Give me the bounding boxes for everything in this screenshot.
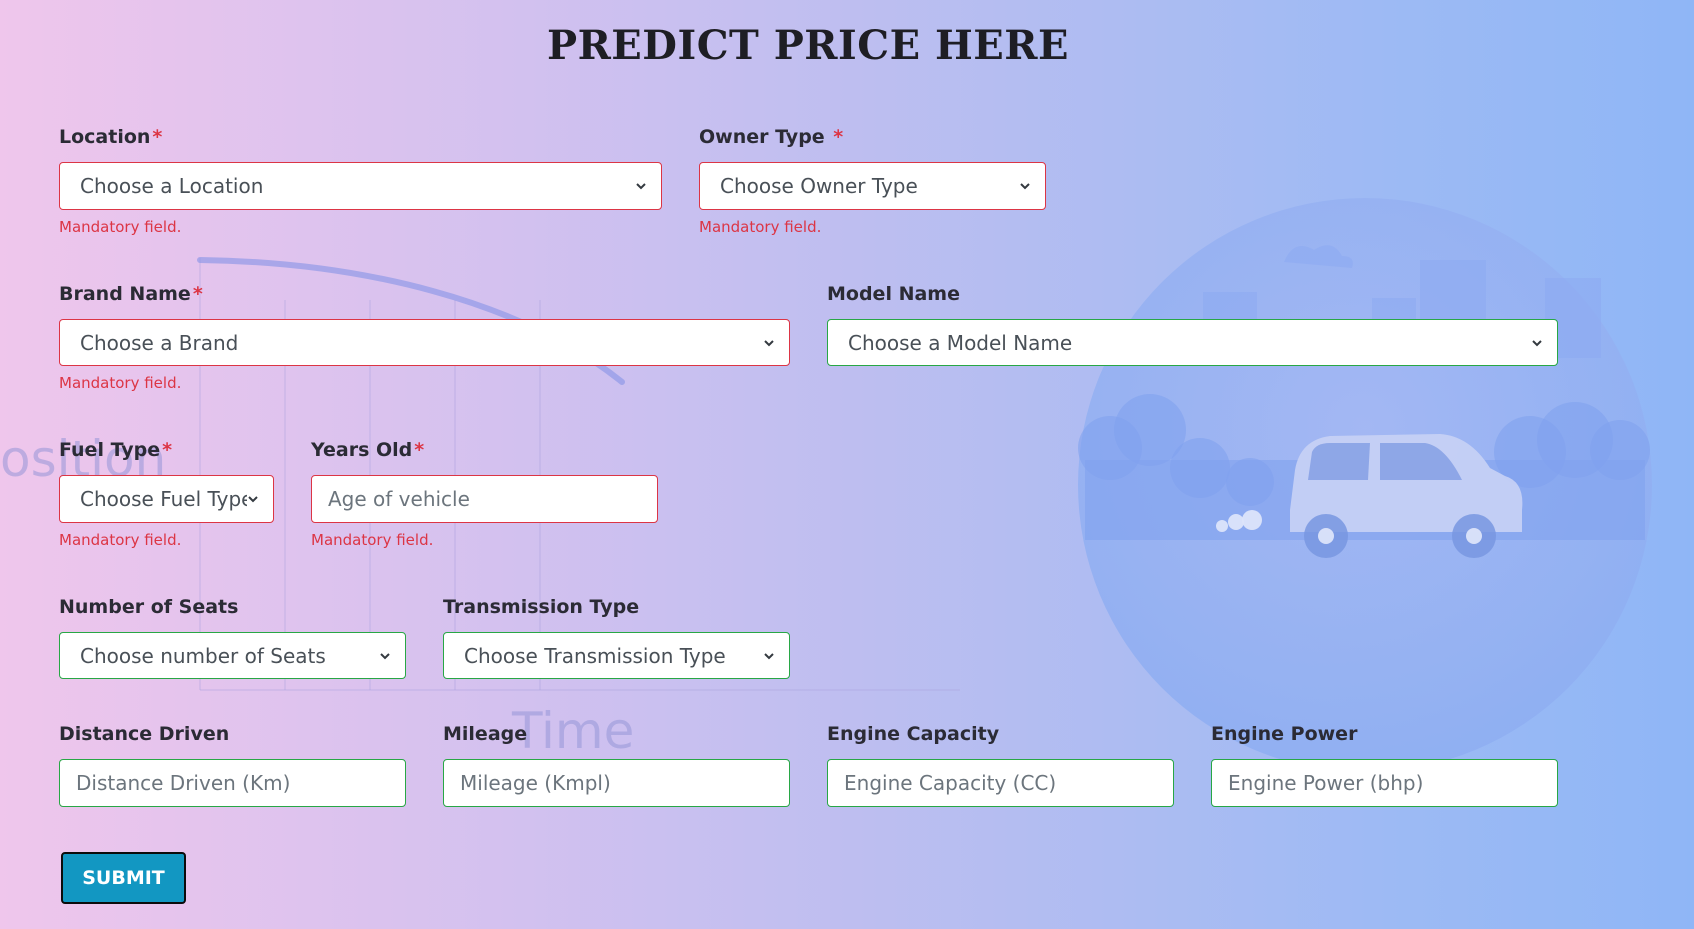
seats-select[interactable]: Choose number of Seats: [59, 632, 406, 679]
fuel-type-error: Mandatory field.: [59, 531, 182, 549]
distance-driven-input[interactable]: [59, 759, 406, 807]
fuel-type-select-value: Choose Fuel Type: [80, 487, 247, 511]
fuel-type-select[interactable]: Choose Fuel Type: [59, 475, 274, 523]
location-error: Mandatory field.: [59, 218, 182, 236]
distance-label-text: Distance Driven: [59, 723, 230, 745]
engine-capacity-input[interactable]: [827, 759, 1174, 807]
engine-power-input[interactable]: [1211, 759, 1558, 807]
mileage-label-text: Mileage: [443, 723, 528, 745]
owner-type-label: Owner Type *: [699, 126, 843, 148]
transmission-label-text: Transmission Type: [443, 596, 640, 618]
required-marker: *: [162, 439, 173, 461]
chevron-down-icon: [764, 339, 774, 346]
chevron-down-icon: [248, 496, 258, 503]
chevron-down-icon: [380, 652, 390, 659]
owner-type-error: Mandatory field.: [699, 218, 822, 236]
brand-error: Mandatory field.: [59, 374, 182, 392]
location-select-value: Choose a Location: [80, 174, 264, 198]
model-name-select[interactable]: Choose a Model Name: [827, 319, 1558, 366]
required-marker: *: [152, 126, 163, 148]
chevron-down-icon: [1532, 339, 1542, 346]
fuel-type-label-text: Fuel Type: [59, 439, 161, 461]
required-marker: *: [833, 126, 844, 148]
transmission-select[interactable]: Choose Transmission Type: [443, 632, 790, 679]
mileage-label: Mileage: [443, 723, 527, 745]
distance-label: Distance Driven: [59, 723, 229, 745]
location-label-text: Location: [59, 126, 151, 148]
chevron-down-icon: [764, 652, 774, 659]
location-select[interactable]: Choose a Location: [59, 162, 662, 210]
brand-select-value: Choose a Brand: [80, 330, 239, 355]
engine-power-label: Engine Power: [1211, 723, 1357, 745]
years-old-label: Years Old *: [311, 439, 424, 461]
required-marker: *: [192, 283, 203, 305]
chevron-down-icon: [1020, 183, 1030, 190]
engine-power-label-text: Engine Power: [1211, 723, 1358, 745]
mileage-input[interactable]: [443, 759, 790, 807]
seats-select-value: Choose number of Seats: [80, 643, 326, 668]
model-name-select-value: Choose a Model Name: [848, 330, 1073, 355]
brand-select[interactable]: Choose a Brand: [59, 319, 790, 366]
owner-type-select-value: Choose Owner Type: [720, 174, 918, 198]
location-label: Location *: [59, 126, 162, 148]
transmission-label: Transmission Type: [443, 596, 639, 618]
transmission-select-value: Choose Transmission Type: [464, 643, 726, 668]
engine-capacity-label: Engine Capacity: [827, 723, 999, 745]
brand-name-label-text: Brand Name: [59, 283, 191, 305]
owner-type-select[interactable]: Choose Owner Type: [699, 162, 1046, 210]
background-text-time: Time: [512, 702, 635, 760]
chevron-down-icon: [636, 183, 646, 190]
model-name-label: Model Name: [827, 283, 960, 305]
years-old-label-text: Years Old: [311, 439, 413, 461]
brand-name-label: Brand Name *: [59, 283, 203, 305]
fuel-type-label: Fuel Type *: [59, 439, 172, 461]
required-marker: *: [414, 439, 425, 461]
model-name-label-text: Model Name: [827, 283, 960, 305]
years-old-input[interactable]: [311, 475, 658, 523]
seats-label-text: Number of Seats: [59, 596, 239, 618]
engine-capacity-label-text: Engine Capacity: [827, 723, 1000, 745]
seats-label: Number of Seats: [59, 596, 238, 618]
years-old-error: Mandatory field.: [311, 531, 434, 549]
owner-type-label-text: Owner Type: [699, 126, 832, 148]
page-title: PREDICT PRICE HERE: [546, 22, 1070, 69]
submit-button[interactable]: SUBMIT: [61, 852, 186, 904]
